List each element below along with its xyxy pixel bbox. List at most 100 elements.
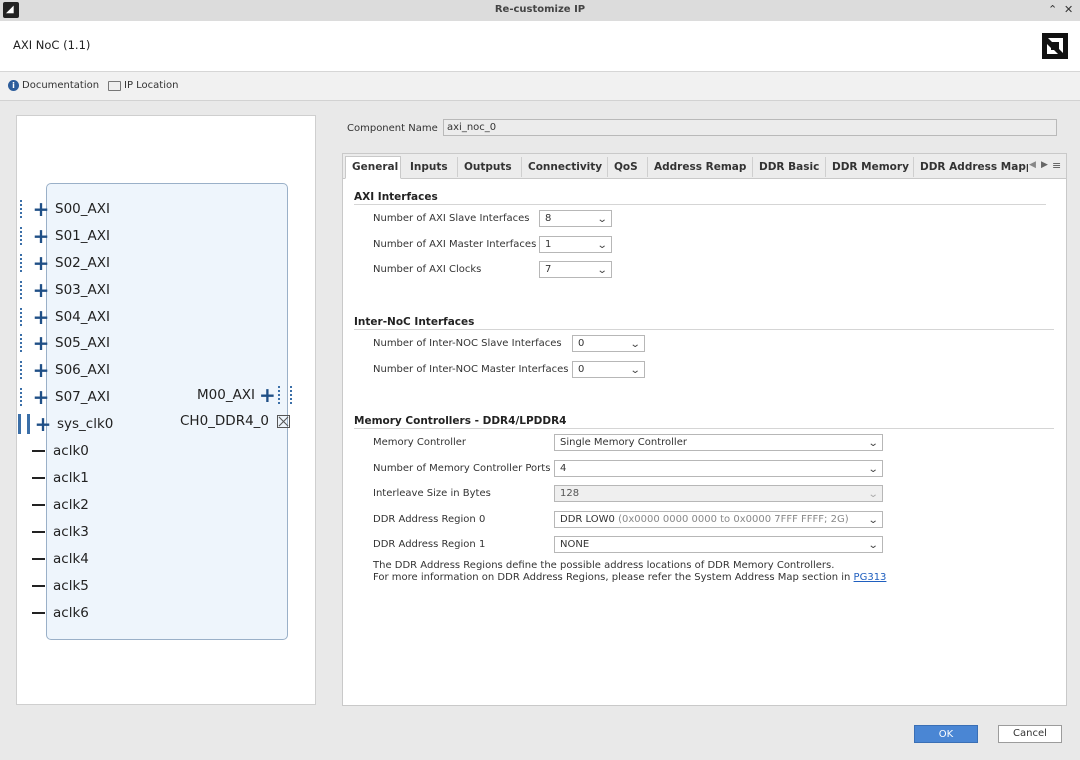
tab-bar: General Inputs Outputs Connectivity QoS … [343, 154, 1066, 179]
port-s02-axi[interactable]: + S02_AXI [17, 253, 110, 273]
tab-outputs[interactable]: Outputs [458, 157, 522, 177]
bus-dots-icon [20, 227, 28, 245]
inter-noc-slave-select[interactable]: 0 ⌄ [572, 335, 645, 352]
ddr-region0-label: DDR Address Region 0 [373, 514, 486, 525]
port-aclk4[interactable]: aclk4 [17, 549, 89, 569]
port-s04-axi[interactable]: + S04_AXI [17, 307, 110, 327]
ip-location-link[interactable]: IP Location [108, 80, 178, 91]
port-s05-axi[interactable]: + S05_AXI [17, 333, 110, 353]
section-inter-noc: Inter-NoC Interfaces [354, 316, 475, 328]
maximize-icon[interactable]: ⌃ [1048, 3, 1057, 16]
port-label: aclk1 [53, 470, 89, 486]
port-aclk1[interactable]: aclk1 [17, 468, 89, 488]
inter-noc-slave-label: Number of Inter-NOC Slave Interfaces [373, 338, 562, 349]
expand-plus-icon[interactable]: + [31, 360, 51, 380]
axi-clocks-count-select[interactable]: 7 ⌄ [539, 261, 612, 278]
inter-noc-master-label: Number of Inter-NOC Master Interfaces [373, 364, 569, 375]
ip-block[interactable] [46, 183, 288, 640]
memory-controller-select[interactable]: Single Memory Controller ⌄ [554, 434, 883, 451]
expand-plus-icon[interactable]: + [31, 387, 51, 407]
port-aclk2[interactable]: aclk2 [17, 495, 89, 515]
port-ch0-ddr4[interactable]: CH0_DDR4_0 [180, 413, 291, 429]
window-title: Re-customize IP [494, 4, 586, 15]
port-label: aclk5 [53, 578, 89, 594]
memory-controller-label: Memory Controller [373, 437, 467, 448]
expand-plus-icon[interactable]: + [31, 307, 51, 327]
tab-list-menu-icon[interactable]: ≡ [1052, 159, 1061, 172]
block-diagram-panel: + S00_AXI + S01_AXI + S02_AXI + S03_AXI … [16, 115, 316, 705]
tab-scroll-right-icon[interactable]: ▶ [1041, 160, 1048, 170]
expand-plus-icon[interactable]: + [31, 253, 51, 273]
port-m00-axi[interactable]: M00_AXI + [197, 385, 292, 405]
chevron-down-icon: ⌄ [596, 214, 608, 225]
ddr-region1-label: DDR Address Region 1 [373, 539, 486, 550]
port-s07-axi[interactable]: + S07_AXI [17, 387, 110, 407]
port-s03-axi[interactable]: + S03_AXI [17, 280, 110, 300]
port-s01-axi[interactable]: + S01_AXI [17, 226, 110, 246]
pin-line-icon [32, 477, 45, 479]
port-s00-axi[interactable]: + S00_AXI [17, 199, 110, 219]
port-label: aclk3 [53, 524, 89, 540]
expand-plus-icon[interactable]: + [31, 199, 51, 219]
interleave-size-select: 128 ⌄ [554, 485, 883, 502]
ip-title: AXI NoC (1.1) [13, 38, 91, 52]
port-aclk0[interactable]: aclk0 [17, 441, 89, 461]
tab-inputs[interactable]: Inputs [404, 157, 458, 177]
ddr-region0-select[interactable]: DDR LOW0 (0x0000 0000 0000 to 0x0000 7FF… [554, 511, 883, 528]
ddr-region1-select[interactable]: NONE ⌄ [554, 536, 883, 553]
reference-text: For more information on DDR Address Regi… [373, 572, 854, 583]
chevron-down-icon: ⌄ [867, 515, 879, 526]
tab-general[interactable]: General [345, 156, 401, 179]
component-name-field[interactable]: axi_noc_0 [443, 119, 1057, 136]
ddr-regions-note: The DDR Address Regions define the possi… [373, 560, 835, 571]
tab-ddr-address-mapping[interactable]: DDR Address Mapp [914, 157, 1028, 177]
tab-connectivity[interactable]: Connectivity [522, 157, 608, 177]
chevron-down-icon: ⌄ [867, 438, 879, 449]
port-label: sys_clk0 [57, 416, 114, 432]
port-aclk5[interactable]: aclk5 [17, 576, 89, 596]
documentation-link[interactable]: i Documentation [8, 80, 99, 91]
expand-plus-icon[interactable]: + [31, 226, 51, 246]
port-label: aclk0 [53, 443, 89, 459]
cancel-button[interactable]: Cancel [998, 725, 1062, 743]
expand-plus-icon[interactable]: + [31, 333, 51, 353]
tab-scroll-left-icon[interactable]: ◀ [1029, 160, 1036, 170]
port-s06-axi[interactable]: + S06_AXI [17, 360, 110, 380]
tab-ddr-basic[interactable]: DDR Basic [753, 157, 826, 177]
select-value: DDR LOW0 [560, 514, 615, 525]
pin-line-icon [32, 531, 45, 533]
select-value: 4 [560, 463, 567, 474]
port-aclk6[interactable]: aclk6 [17, 603, 89, 623]
tab-qos[interactable]: QoS [608, 157, 648, 177]
tab-address-remap[interactable]: Address Remap [648, 157, 753, 177]
inter-noc-master-select[interactable]: 0 ⌄ [572, 361, 645, 378]
pin-line-icon [32, 450, 45, 452]
expand-plus-icon[interactable]: + [33, 414, 53, 434]
select-value: NONE [560, 539, 590, 550]
close-icon[interactable]: ✕ [1064, 3, 1073, 16]
port-label: S07_AXI [55, 389, 110, 405]
port-aclk3[interactable]: aclk3 [17, 522, 89, 542]
select-value: 128 [560, 488, 580, 499]
pg313-link[interactable]: PG313 [854, 572, 887, 583]
port-sys-clk0[interactable]: + sys_clk0 [17, 414, 113, 434]
axi-master-count-select[interactable]: 1 ⌄ [539, 236, 612, 253]
select-value: 7 [545, 264, 552, 275]
pin-line-icon [32, 585, 45, 587]
pin-line-icon [32, 504, 45, 506]
tab-ddr-memory[interactable]: DDR Memory [826, 157, 914, 177]
ip-header: AXI NoC (1.1) [0, 21, 1080, 72]
axi-master-count-label: Number of AXI Master Interfaces [373, 239, 537, 250]
pin-line-icon [32, 612, 45, 614]
ddr-regions-reference: For more information on DDR Address Regi… [373, 572, 886, 583]
expand-plus-icon[interactable]: + [31, 280, 51, 300]
chevron-down-icon: ⌄ [596, 240, 608, 251]
window-title-bar: ◢ Re-customize IP ⌃ ✕ [0, 0, 1080, 22]
expand-plus-icon[interactable]: + [259, 385, 276, 405]
ok-button[interactable]: OK [914, 725, 978, 743]
link-bar: i Documentation IP Location [0, 72, 1080, 101]
port-label: S00_AXI [55, 201, 110, 217]
memory-ports-select[interactable]: 4 ⌄ [554, 460, 883, 477]
axi-slave-count-select[interactable]: 8 ⌄ [539, 210, 612, 227]
section-divider [354, 428, 1054, 429]
